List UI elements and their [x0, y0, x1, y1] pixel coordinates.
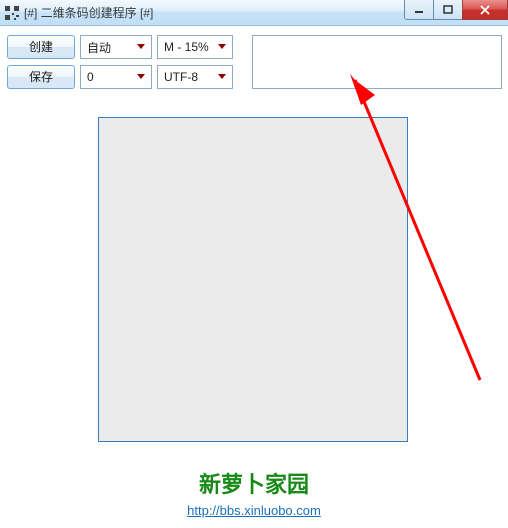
- application-window: [#] 二维条码创建程序 [#] 创建 自动: [0, 0, 508, 528]
- save-button[interactable]: 保存: [7, 65, 75, 89]
- footer: 新萝卜家园 http://bbs.xinluobo.com: [0, 468, 508, 521]
- close-button[interactable]: [462, 0, 508, 20]
- chevron-down-icon: [133, 74, 149, 80]
- content-textarea[interactable]: [252, 35, 502, 89]
- window-controls: [405, 0, 508, 20]
- number-select-value: 0: [87, 70, 133, 84]
- app-icon: [4, 5, 20, 21]
- chevron-down-icon: [133, 44, 149, 50]
- ec-level-select-value: M - 15%: [164, 40, 214, 54]
- create-button[interactable]: 创建: [7, 35, 75, 59]
- footer-site-link[interactable]: http://bbs.xinluobo.com: [187, 503, 321, 518]
- chevron-down-icon: [214, 44, 230, 50]
- mode-select-value: 自动: [87, 39, 133, 56]
- content-textarea-value: [253, 36, 501, 88]
- titlebar: [#] 二维条码创建程序 [#]: [0, 0, 508, 26]
- window-title: [#] 二维条码创建程序 [#]: [24, 4, 153, 21]
- chevron-down-icon: [214, 74, 230, 80]
- minimize-button[interactable]: [404, 0, 434, 20]
- ec-level-select[interactable]: M - 15%: [157, 35, 233, 59]
- encoding-select-value: UTF-8: [164, 70, 214, 84]
- content-area: 创建 自动 M - 15% 保存 0: [7, 35, 501, 95]
- footer-site-name: 新萝卜家园: [0, 468, 508, 501]
- mode-select[interactable]: 自动: [80, 35, 152, 59]
- encoding-select[interactable]: UTF-8: [157, 65, 233, 89]
- qr-preview-canvas: [98, 117, 408, 442]
- number-select[interactable]: 0: [80, 65, 152, 89]
- maximize-button[interactable]: [433, 0, 463, 20]
